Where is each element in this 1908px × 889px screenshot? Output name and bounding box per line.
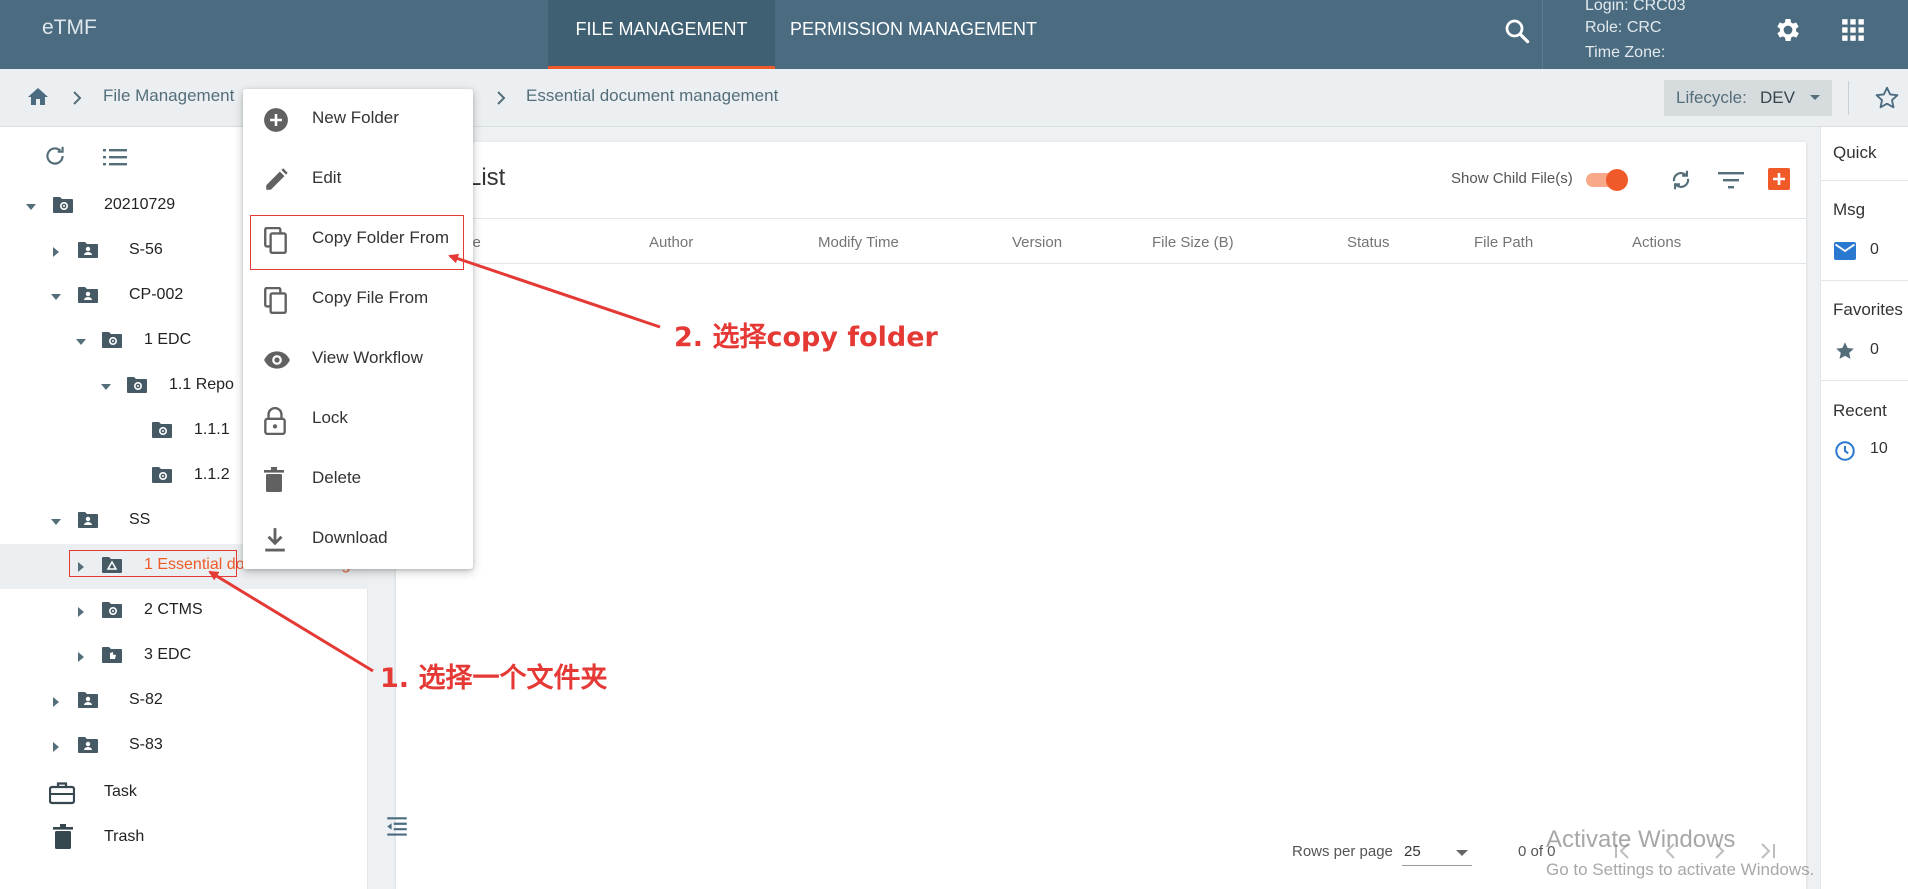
step1-arrow: [208, 570, 374, 673]
annotation-step-2: 2. 选择copy folder: [674, 322, 938, 353]
windows-watermark-subtitle: Go to Settings to activate Windows.: [1546, 860, 1815, 879]
windows-watermark-title: Activate Windows: [1546, 826, 1736, 853]
annotation-step-1: 1. 选择一个文件夹: [380, 663, 608, 694]
annotation-arrows: [208, 253, 661, 673]
step2-arrow: [448, 253, 661, 329]
